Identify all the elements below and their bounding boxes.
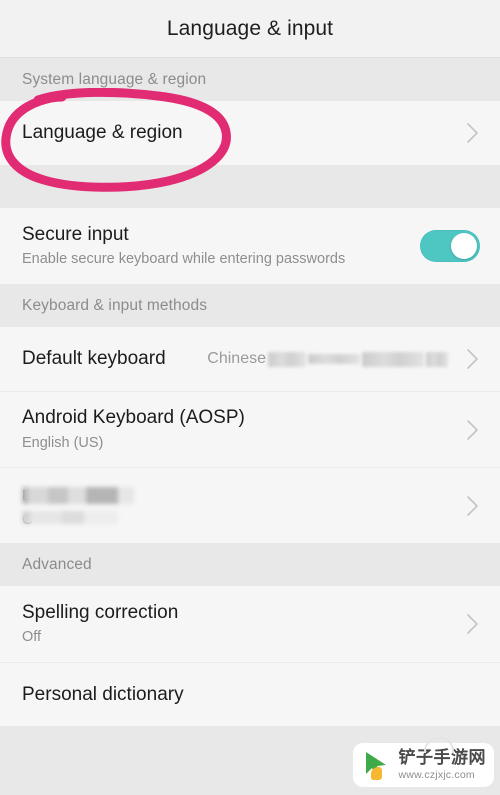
row-title: Default keyboard [22,348,166,370]
row-text: Language & region [22,121,460,145]
row-secure-input[interactable]: Secure input Enable secure keyboard whil… [0,208,500,284]
row-text: Spelling correction Off [22,601,460,648]
group-advanced: Spelling correction Off Personal diction… [0,586,500,726]
page-title: Language & input [166,16,334,40]
watermark-arc-decoration [424,737,454,753]
redaction-block-title [22,487,134,504]
chevron-right-icon [466,121,480,145]
redaction-block [268,351,306,367]
row-title: Language & region [22,122,183,144]
redaction-block [362,351,424,367]
row-language-and-region[interactable]: Language & region [0,101,500,165]
row-redacted-keyboard[interactable]: L C [0,467,500,543]
row-title: Spelling correction [22,601,179,623]
redaction-block [426,351,448,367]
secure-input-toggle[interactable] [420,230,480,262]
row-text: Android Keyboard (AOSP) English (US) [22,406,460,453]
redaction-block-subtitle [22,511,118,524]
redaction-block [308,354,360,364]
titlebar: Language & input [0,0,500,58]
section-header-label: Keyboard & input methods [22,296,208,314]
row-text: L C [22,487,460,528]
chevron-right-icon [466,612,480,636]
section-header-label: System language & region [22,70,207,88]
row-value-text: Chinese [207,350,266,367]
settings-screen: Language & input System language & regio… [0,0,500,795]
row-subtitle: Off [22,629,42,646]
chevron-right-icon [466,494,480,518]
watermark-text: 铲子手游网 www.czjxjc.com [399,749,487,781]
row-text: Default keyboard [22,347,207,371]
row-value: Chinese [207,350,448,368]
toggle-knob [451,233,477,259]
row-subtitle: Enable secure keyboard while entering pa… [22,251,346,268]
section-header-system-language-region: System language & region [0,58,500,101]
row-title: Android Keyboard (AOSP) [22,407,245,429]
chevron-right-icon [466,418,480,442]
watermark: 铲子手游网 www.czjxjc.com [352,737,494,787]
row-android-keyboard-aosp[interactable]: Android Keyboard (AOSP) English (US) [0,391,500,467]
chevron-right-icon [466,347,480,371]
row-title: Secure input [22,223,129,245]
group-secure-input: Secure input Enable secure keyboard whil… [0,208,500,284]
section-header-keyboard-input-methods: Keyboard & input methods [0,284,500,327]
section-header-label: Advanced [22,555,92,573]
row-title: Personal dictionary [22,683,184,705]
row-personal-dictionary[interactable]: Personal dictionary [0,662,500,726]
watermark-cursor-logo-icon [359,748,393,782]
group-system-language-region: Language & region [0,101,500,165]
section-spacer-secure-input [0,165,500,208]
section-header-advanced: Advanced [0,543,500,586]
row-default-keyboard[interactable]: Default keyboard Chinese [0,327,500,391]
watermark-url: www.czjxjc.com [398,769,475,782]
row-text: Personal dictionary [22,683,480,707]
group-keyboard-input-methods: Default keyboard Chinese Android Keyboar… [0,327,500,543]
row-text: Secure input Enable secure keyboard whil… [22,223,420,270]
row-spelling-correction[interactable]: Spelling correction Off [0,586,500,662]
row-subtitle: English (US) [22,434,104,451]
